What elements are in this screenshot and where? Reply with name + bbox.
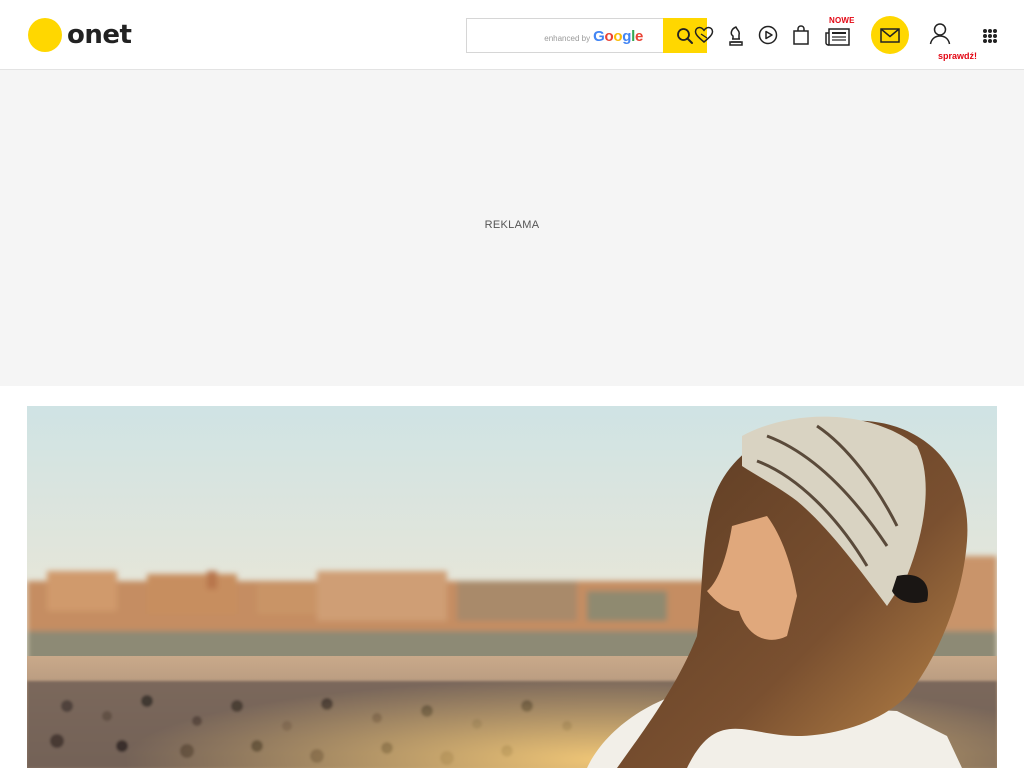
play-icon: [758, 25, 778, 45]
newspaper-button[interactable]: [821, 20, 855, 54]
account-cta-label[interactable]: sprawdź!: [938, 51, 977, 61]
search-input[interactable]: [467, 19, 664, 52]
newspaper-icon: [825, 28, 850, 46]
mail-button[interactable]: [871, 16, 909, 54]
horoscope-button[interactable]: [719, 18, 753, 52]
apps-menu-button[interactable]: [978, 24, 1002, 48]
apps-grid-icon: [983, 29, 997, 43]
horoscope-icon: [729, 26, 743, 46]
account-button[interactable]: [926, 20, 954, 48]
heart-icon: [694, 26, 714, 43]
site-header: onet enhanced by Google NOWE sprawdź!: [0, 0, 1024, 70]
shopping-bag-icon: [793, 25, 809, 45]
hero-image[interactable]: [27, 406, 997, 768]
hero-photo-marrakesh-square: [27, 406, 997, 768]
shopping-button[interactable]: [784, 18, 818, 52]
user-icon: [929, 23, 951, 45]
advertisement-slot: REKLAMA: [0, 70, 1024, 386]
search-box: enhanced by Google: [466, 18, 707, 53]
onet-logo[interactable]: onet: [28, 17, 132, 53]
logo-yellow-dot: [28, 18, 62, 52]
mail-icon: [880, 27, 900, 43]
ad-label: REKLAMA: [484, 219, 540, 231]
logo-text: onet: [67, 20, 132, 50]
video-button[interactable]: [751, 18, 785, 52]
favorites-button[interactable]: [687, 18, 721, 52]
